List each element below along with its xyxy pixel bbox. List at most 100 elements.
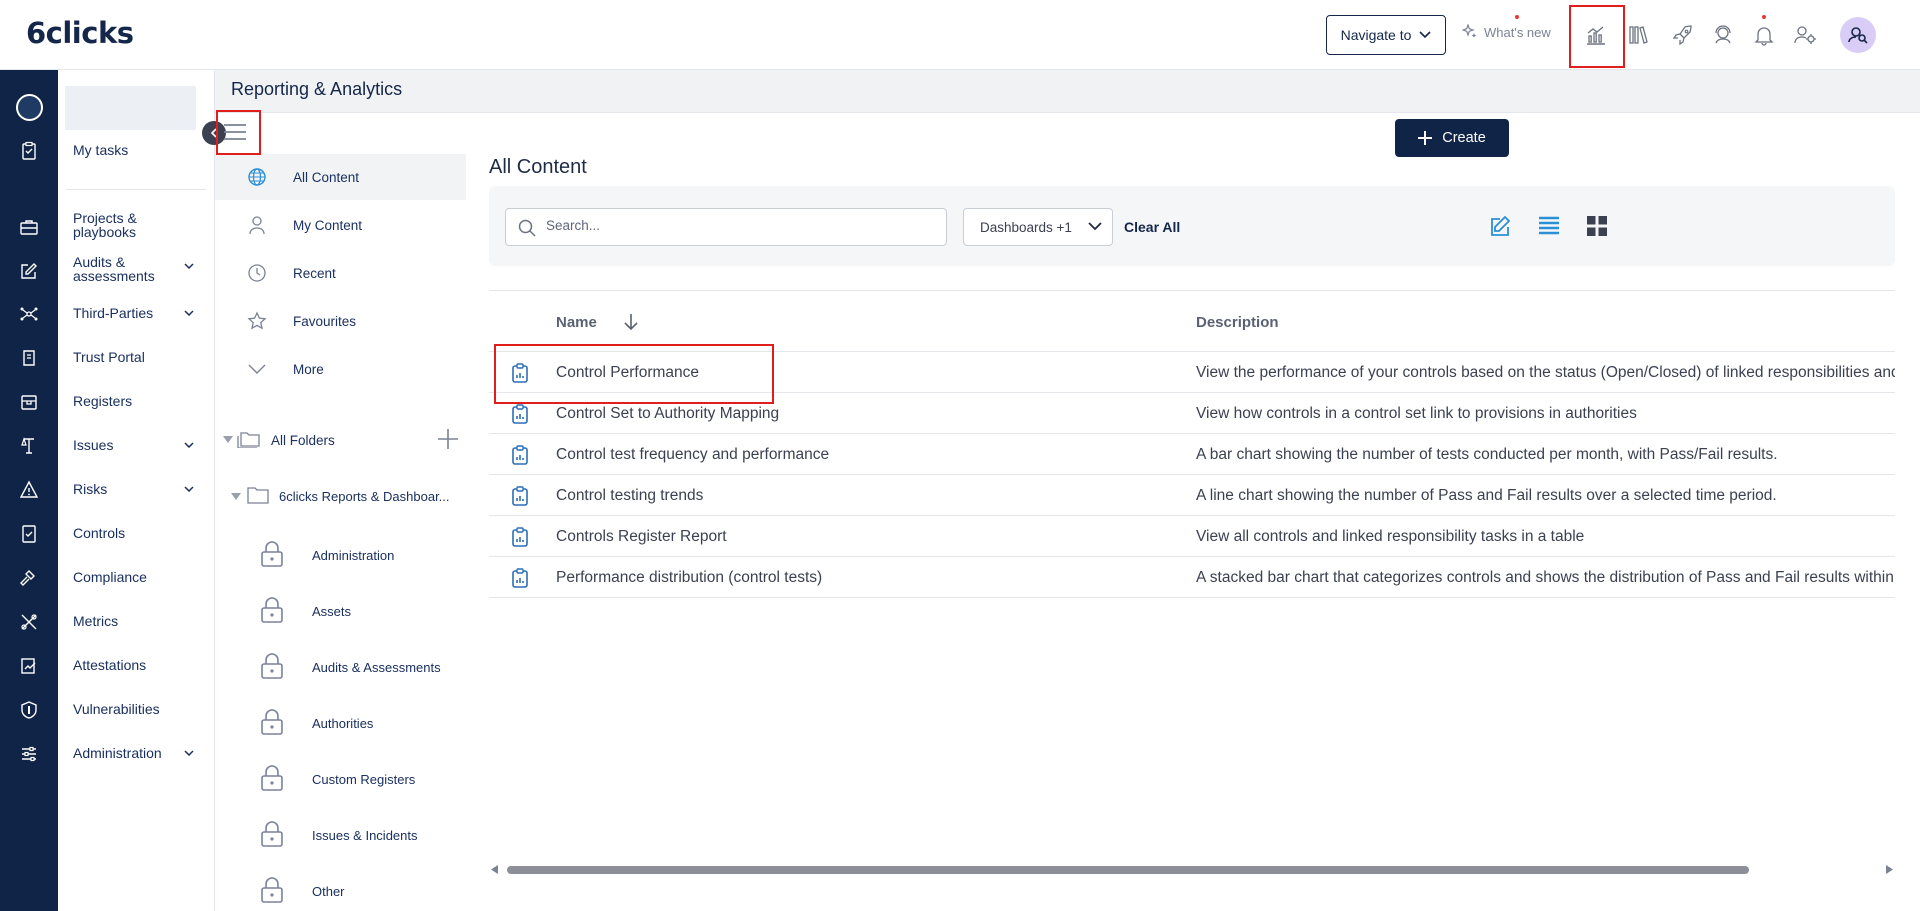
nav-item-vulnerabilities[interactable]: Vulnerabilities [73, 702, 160, 716]
row-name[interactable]: Performance distribution (control tests) [556, 569, 822, 587]
folder-authorities[interactable]: Authorities [260, 708, 460, 738]
hamburger-menu-icon[interactable] [224, 123, 246, 141]
scrollbar-thumb[interactable] [507, 866, 1749, 874]
search-box[interactable] [505, 208, 947, 246]
row-name[interactable]: Control Set to Authority Mapping [556, 405, 779, 423]
column-header-description[interactable]: Description [1196, 314, 1279, 331]
column-header-name[interactable]: Name [556, 314, 597, 331]
list-view-icon[interactable] [1537, 214, 1561, 238]
folder-6clicks-reports[interactable]: 6clicks Reports & Dashboar... [231, 484, 461, 508]
nav-item-compliance[interactable]: Compliance [73, 570, 147, 584]
rocket-icon[interactable] [1668, 20, 1698, 50]
sliders-icon[interactable] [17, 742, 41, 766]
nav-item-issues[interactable]: Issues [73, 438, 113, 452]
report-clipboard-icon [512, 445, 528, 465]
table-row[interactable]: Control Performance View the performance… [489, 352, 1895, 393]
clear-all-link[interactable]: Clear All [1124, 219, 1180, 235]
nav-item-administration[interactable]: Administration [73, 746, 162, 760]
row-name[interactable]: Control test frequency and performance [556, 446, 829, 464]
gavel-icon[interactable] [17, 566, 41, 590]
collapse-sidebar-button[interactable] [202, 121, 226, 145]
filter-bar: Dashboards +1 Clear All [489, 186, 1895, 266]
app-logo[interactable]: 6clicks [26, 16, 134, 50]
sort-arrow-down-icon[interactable] [623, 313, 639, 331]
table-row[interactable]: Controls Register Report View all contro… [489, 516, 1895, 557]
nav-item-third-parties[interactable]: Third-Parties [73, 306, 153, 320]
edit-icon[interactable] [17, 259, 41, 283]
table-row[interactable]: Control testing trends A line chart show… [489, 475, 1895, 516]
account-circle-icon[interactable] [16, 94, 43, 121]
nav-item-projects[interactable]: Projects & playbooks [73, 211, 183, 239]
attestations-icon[interactable] [17, 654, 41, 678]
edit-view-icon[interactable] [1489, 214, 1513, 238]
nav-item-metrics[interactable]: Metrics [73, 614, 118, 628]
shield-icon[interactable] [17, 698, 41, 722]
nav-item-controls[interactable]: Controls [73, 526, 125, 540]
content-nav-recent[interactable]: Recent [215, 250, 466, 296]
search-input[interactable] [546, 218, 936, 233]
grid-view-icon[interactable] [1585, 214, 1609, 238]
caret-down-icon[interactable] [231, 493, 241, 500]
briefcase-icon[interactable] [17, 215, 41, 239]
nav-item-audits[interactable]: Audits & assessments [73, 255, 183, 283]
warning-icon[interactable] [17, 478, 41, 502]
create-button[interactable]: Create [1395, 119, 1509, 157]
bell-icon[interactable] [1749, 20, 1779, 50]
chevron-down-icon[interactable] [184, 263, 194, 269]
issues-icon[interactable] [17, 434, 41, 458]
chevron-down-icon[interactable] [184, 310, 194, 316]
content-nav-all-content[interactable]: All Content [215, 154, 466, 200]
tasks-icon[interactable] [17, 139, 41, 163]
report-clipboard-icon [512, 568, 528, 588]
scroll-left-arrow-icon[interactable] [491, 865, 499, 874]
content-type-filter[interactable]: Dashboards +1 [963, 208, 1113, 246]
nav-item-trust-portal[interactable]: Trust Portal [73, 350, 145, 364]
content-nav-more[interactable]: More [215, 346, 466, 392]
user-search-icon [1848, 27, 1868, 44]
chevron-down-icon[interactable] [184, 442, 194, 448]
row-name[interactable]: Control Performance [556, 364, 699, 382]
content-nav-favourites[interactable]: Favourites [215, 298, 466, 344]
chevron-down-icon[interactable] [184, 486, 194, 492]
whats-new-dot [1515, 15, 1519, 19]
folder-custom-registers[interactable]: Custom Registers [260, 764, 460, 794]
horizontal-scrollbar[interactable] [489, 862, 1895, 876]
navigate-to-dropdown[interactable]: Navigate to [1326, 15, 1446, 55]
analytics-icon[interactable] [1581, 20, 1611, 50]
nav-item-risks[interactable]: Risks [73, 482, 107, 496]
folder-administration[interactable]: Administration [260, 540, 460, 570]
registers-icon[interactable] [17, 390, 41, 414]
lock-icon [261, 821, 283, 847]
network-icon[interactable] [17, 302, 41, 326]
table-row[interactable]: Control test frequency and performance A… [489, 434, 1895, 475]
user-settings-icon[interactable] [1791, 20, 1821, 50]
page-title-bar: Reporting & Analytics [215, 70, 1920, 113]
controls-icon[interactable] [17, 522, 41, 546]
content-nav-my-content[interactable]: My Content [215, 202, 466, 248]
folder-assets[interactable]: Assets [260, 596, 460, 626]
tools-icon[interactable] [17, 610, 41, 634]
navigate-to-label: Navigate to [1340, 27, 1412, 43]
nav-item-my-tasks[interactable]: My tasks [73, 143, 128, 157]
content-nav-label: Favourites [293, 313, 357, 329]
nav-item-registers[interactable]: Registers [73, 394, 132, 408]
table-row[interactable]: Control Set to Authority Mapping View ho… [489, 393, 1895, 434]
row-name[interactable]: Control testing trends [556, 487, 703, 505]
plus-icon[interactable] [437, 428, 459, 450]
trust-portal-icon[interactable] [17, 346, 41, 370]
nav-item-attestations[interactable]: Attestations [73, 658, 146, 672]
support-agent-icon[interactable] [1708, 20, 1738, 50]
whats-new-button[interactable]: What's new [1462, 24, 1551, 40]
scroll-right-arrow-icon[interactable] [1885, 865, 1893, 874]
folder-other[interactable]: Other [260, 876, 460, 906]
folder-issues-incidents[interactable]: Issues & Incidents [260, 820, 460, 850]
all-folders-row[interactable]: All Folders [223, 425, 463, 453]
caret-down-icon[interactable] [223, 436, 233, 443]
avatar[interactable] [1840, 17, 1876, 53]
folder-audits-assessments[interactable]: Audits & Assessments [260, 652, 460, 682]
table-row[interactable]: Performance distribution (control tests)… [489, 557, 1895, 598]
folder-label: Administration [312, 548, 395, 563]
row-name[interactable]: Controls Register Report [556, 528, 727, 546]
library-icon[interactable] [1624, 20, 1654, 50]
chevron-down-icon[interactable] [184, 750, 194, 756]
